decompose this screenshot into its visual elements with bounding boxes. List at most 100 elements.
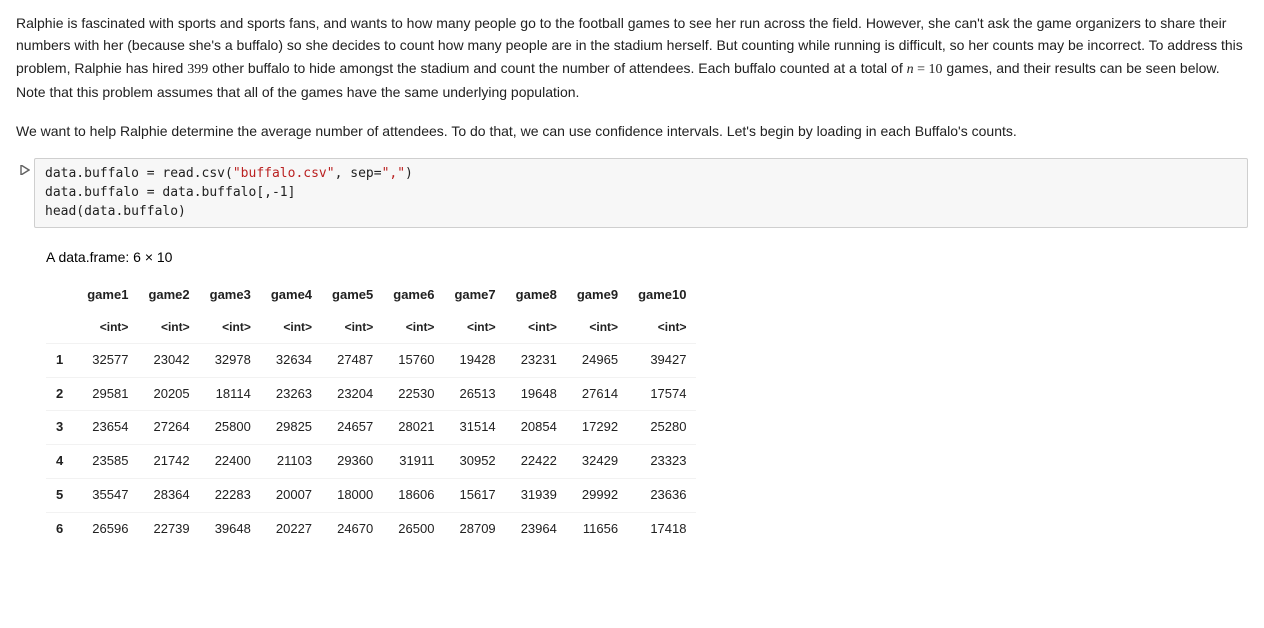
table-cell: 22422 <box>506 445 567 479</box>
row-index: 3 <box>46 411 77 445</box>
table-cell: 29992 <box>567 479 628 513</box>
table-row: 2295812020518114232632320422530265131964… <box>46 377 696 411</box>
table-cell: 23231 <box>506 343 567 377</box>
table-cell: 17574 <box>628 377 696 411</box>
table-cell: 22530 <box>383 377 444 411</box>
code-cell[interactable]: data.buffalo = read.csv("buffalo.csv", s… <box>16 158 1248 229</box>
column-header: game8 <box>506 279 567 312</box>
header-blank <box>46 279 77 312</box>
table-cell: 35547 <box>77 479 138 513</box>
table-cell: 30952 <box>444 445 505 479</box>
column-type: <int> <box>383 312 444 344</box>
column-header: game7 <box>444 279 505 312</box>
table-cell: 32429 <box>567 445 628 479</box>
code-l1b: , sep= <box>335 166 382 181</box>
code-l1a: data.buffalo = read.csv( <box>45 166 233 181</box>
code-l3: head(data.buffalo) <box>45 204 186 219</box>
table-cell: 25800 <box>200 411 261 445</box>
column-type: <int> <box>200 312 261 344</box>
table-cell: 27264 <box>138 411 199 445</box>
table-cell: 19428 <box>444 343 505 377</box>
table-cell: 27614 <box>567 377 628 411</box>
table-cell: 24965 <box>567 343 628 377</box>
column-header: game1 <box>77 279 138 312</box>
table-row: 6265962273939648202272467026500287092396… <box>46 512 696 545</box>
p1-nval: 10 <box>929 62 943 77</box>
row-index: 2 <box>46 377 77 411</box>
code-l1c: ) <box>405 166 413 181</box>
table-cell: 23585 <box>77 445 138 479</box>
row-index: 1 <box>46 343 77 377</box>
table-cell: 20854 <box>506 411 567 445</box>
column-header: game6 <box>383 279 444 312</box>
table-cell: 27487 <box>322 343 383 377</box>
table-cell: 18114 <box>200 377 261 411</box>
run-indicator-icon[interactable] <box>16 158 34 229</box>
table-cell: 17292 <box>567 411 628 445</box>
table-cell: 29581 <box>77 377 138 411</box>
p2-text: We want to help Ralphie determine the av… <box>16 123 1017 139</box>
column-type: <int> <box>261 312 322 344</box>
dataframe-table: game1game2game3game4game5game6game7game8… <box>46 279 696 546</box>
table-cell: 26500 <box>383 512 444 545</box>
column-header: game2 <box>138 279 199 312</box>
table-cell: 21103 <box>261 445 322 479</box>
table-cell: 32978 <box>200 343 261 377</box>
column-header: game9 <box>567 279 628 312</box>
dataframe-caption: A data.frame: 6 × 10 <box>46 246 1248 268</box>
table-cell: 23636 <box>628 479 696 513</box>
table-cell: 29825 <box>261 411 322 445</box>
table-cell: 22283 <box>200 479 261 513</box>
table-row: 4235852174222400211032936031911309522242… <box>46 445 696 479</box>
column-type: <int> <box>567 312 628 344</box>
p1-nvar: n <box>907 62 914 77</box>
table-cell: 11656 <box>567 512 628 545</box>
code-input[interactable]: data.buffalo = read.csv("buffalo.csv", s… <box>34 158 1248 229</box>
table-cell: 18606 <box>383 479 444 513</box>
table-cell: 23323 <box>628 445 696 479</box>
row-index: 6 <box>46 512 77 545</box>
table-cell: 20227 <box>261 512 322 545</box>
table-cell: 19648 <box>506 377 567 411</box>
row-index: 4 <box>46 445 77 479</box>
p1-text-b: other buffalo to hide amongst the stadiu… <box>208 60 906 76</box>
column-type: <int> <box>628 312 696 344</box>
column-header: game10 <box>628 279 696 312</box>
table-cell: 23964 <box>506 512 567 545</box>
table-cell: 15760 <box>383 343 444 377</box>
p1-eq: = <box>914 62 929 77</box>
column-header: game5 <box>322 279 383 312</box>
table-cell: 21742 <box>138 445 199 479</box>
dataframe-tbody: 1325772304232978326342748715760194282323… <box>46 343 696 545</box>
column-header: game3 <box>200 279 261 312</box>
table-cell: 25280 <box>628 411 696 445</box>
table-cell: 39427 <box>628 343 696 377</box>
table-cell: 15617 <box>444 479 505 513</box>
table-cell: 26513 <box>444 377 505 411</box>
table-cell: 17418 <box>628 512 696 545</box>
table-cell: 20007 <box>261 479 322 513</box>
table-cell: 32634 <box>261 343 322 377</box>
code-l1-str: "buffalo.csv" <box>233 166 335 181</box>
column-type: <int> <box>506 312 567 344</box>
column-header: game4 <box>261 279 322 312</box>
column-type: <int> <box>138 312 199 344</box>
output-area: A data.frame: 6 × 10 game1game2game3game… <box>46 246 1248 545</box>
table-cell: 20205 <box>138 377 199 411</box>
table-cell: 31514 <box>444 411 505 445</box>
typerow-blank <box>46 312 77 344</box>
dataframe-thead: game1game2game3game4game5game6game7game8… <box>46 279 696 343</box>
table-cell: 29360 <box>322 445 383 479</box>
table-row: 3236542726425800298252465728021315142085… <box>46 411 696 445</box>
table-cell: 23042 <box>138 343 199 377</box>
table-cell: 23263 <box>261 377 322 411</box>
problem-paragraph-1: Ralphie is fascinated with sports and sp… <box>16 12 1248 104</box>
column-type: <int> <box>322 312 383 344</box>
table-cell: 23204 <box>322 377 383 411</box>
table-cell: 22739 <box>138 512 199 545</box>
code-l1-str2: "," <box>382 166 405 181</box>
p1-count: 399 <box>187 62 208 77</box>
table-cell: 28021 <box>383 411 444 445</box>
table-cell: 32577 <box>77 343 138 377</box>
table-cell: 24670 <box>322 512 383 545</box>
